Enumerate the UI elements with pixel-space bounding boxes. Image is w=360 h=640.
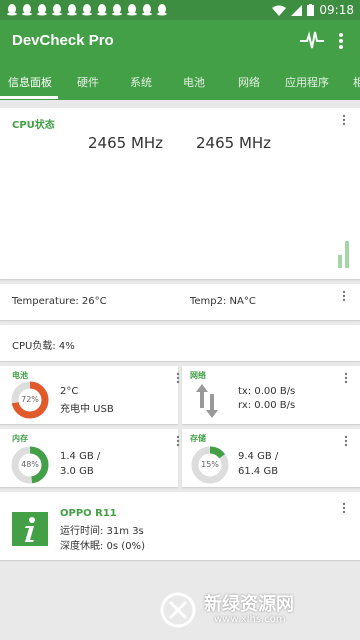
qq-notification-icon: [22, 4, 32, 16]
storage-used: 9.4 GB /: [238, 451, 279, 462]
more-options-icon[interactable]: [342, 372, 350, 384]
cpu-status-title: CPU状态: [12, 120, 55, 131]
tab-battery[interactable]: 电池: [183, 74, 205, 90]
tab-indicator: [0, 96, 58, 99]
network-title: 网络: [190, 371, 206, 380]
wifi-icon: [272, 5, 287, 16]
more-options-icon[interactable]: [174, 372, 182, 384]
tab-system[interactable]: 系统: [130, 74, 152, 90]
transfer-arrows-icon: [196, 384, 218, 418]
tab-dashboard[interactable]: 信息面板: [8, 74, 52, 90]
qq-notification-icon: [97, 4, 107, 16]
memory-used: 1.4 GB /: [60, 451, 101, 462]
network-tx: tx: 0.00 B/s: [238, 386, 296, 397]
memory-percent-label: 48%: [21, 460, 39, 469]
cpu-load-bar: [345, 241, 349, 268]
cpu-load-bar: [338, 255, 342, 268]
device-deep-sleep: 深度休眠: 0s (0%): [60, 541, 145, 552]
qq-notification-icon: [37, 4, 47, 16]
qq-notification-icon: [127, 4, 137, 16]
temperature-value: Temperature: 26°C: [12, 296, 107, 307]
temp2-value: Temp2: NA°C: [190, 296, 256, 307]
device-card[interactable]: OPPO R11 运行时间: 31m 3s 深度休眠: 0s (0%): [0, 492, 360, 560]
more-options-icon[interactable]: [342, 435, 350, 447]
battery-percent-label: 72%: [21, 395, 39, 404]
battery-temp: 2°C: [60, 386, 79, 397]
tab-network[interactable]: 网络: [238, 74, 260, 90]
tab-apps[interactable]: 应用程序: [285, 74, 329, 90]
storage-total: 61.4 GB: [238, 466, 279, 477]
cpu-load-value: CPU负载: 4%: [12, 341, 75, 352]
pulse-icon[interactable]: [300, 30, 324, 52]
signal-icon: [291, 4, 303, 16]
battery-status: 充电中 USB: [60, 404, 114, 415]
tab-bar: 信息面板 硬件 系统 电池 网络 应用程序 相: [0, 64, 360, 100]
info-icon: [12, 512, 48, 546]
qq-notification-icon: [157, 4, 167, 16]
cpu-core-freq: 2465 MHz: [88, 134, 164, 152]
tab-hardware[interactable]: 硬件: [77, 74, 99, 90]
network-card[interactable]: 网络 tx: 0.00 B/s rx: 0.00 B/s: [182, 366, 360, 424]
device-name: OPPO R11: [60, 508, 117, 519]
memory-total: 3.0 GB: [60, 466, 94, 477]
more-options-icon[interactable]: [334, 30, 348, 52]
storage-card[interactable]: 存储 15% 9.4 GB / 61.4 GB: [182, 429, 360, 487]
qq-notification-icon: [7, 4, 17, 16]
app-title: DevCheck Pro: [12, 32, 114, 49]
status-bar: 09:18: [0, 0, 360, 20]
clock: 09:18: [319, 3, 354, 17]
battery-icon: [307, 4, 315, 16]
memory-card[interactable]: 内存 48% 1.4 GB / 3.0 GB: [0, 429, 180, 487]
app-bar: DevCheck Pro: [0, 20, 360, 64]
more-options-icon[interactable]: [174, 435, 182, 447]
qq-notification-icon: [142, 4, 152, 16]
watermark-url: www.xlhs.com: [214, 614, 286, 625]
notification-icons: [6, 3, 168, 16]
watermark: 新绿资源网 www.xlhs.com: [160, 590, 336, 630]
qq-notification-icon: [52, 4, 62, 16]
more-options-icon[interactable]: [340, 502, 348, 514]
more-options-icon[interactable]: [340, 290, 348, 302]
tab-more[interactable]: 相: [353, 74, 360, 90]
watermark-text: 新绿资源网: [204, 594, 294, 615]
cpu-load-card[interactable]: CPU负载: 4%: [0, 325, 360, 361]
network-rx: rx: 0.00 B/s: [238, 400, 296, 411]
qq-notification-icon: [112, 4, 122, 16]
more-options-icon[interactable]: [340, 114, 348, 126]
temperature-card[interactable]: Temperature: 26°C Temp2: NA°C: [0, 284, 360, 320]
qq-notification-icon: [67, 4, 77, 16]
storage-percent-label: 15%: [201, 460, 219, 469]
cpu-status-card[interactable]: CPU状态 2465 MHz 2465 MHz: [0, 108, 360, 279]
storage-title: 存储: [190, 434, 206, 443]
battery-card[interactable]: 电池 72% 2°C 充电中 USB: [0, 366, 180, 424]
memory-title: 内存: [12, 434, 28, 443]
qq-notification-icon: [82, 4, 92, 16]
device-uptime: 运行时间: 31m 3s: [60, 526, 144, 537]
watermark-logo-icon: [160, 592, 196, 628]
cpu-core-freq: 2465 MHz: [196, 134, 272, 152]
